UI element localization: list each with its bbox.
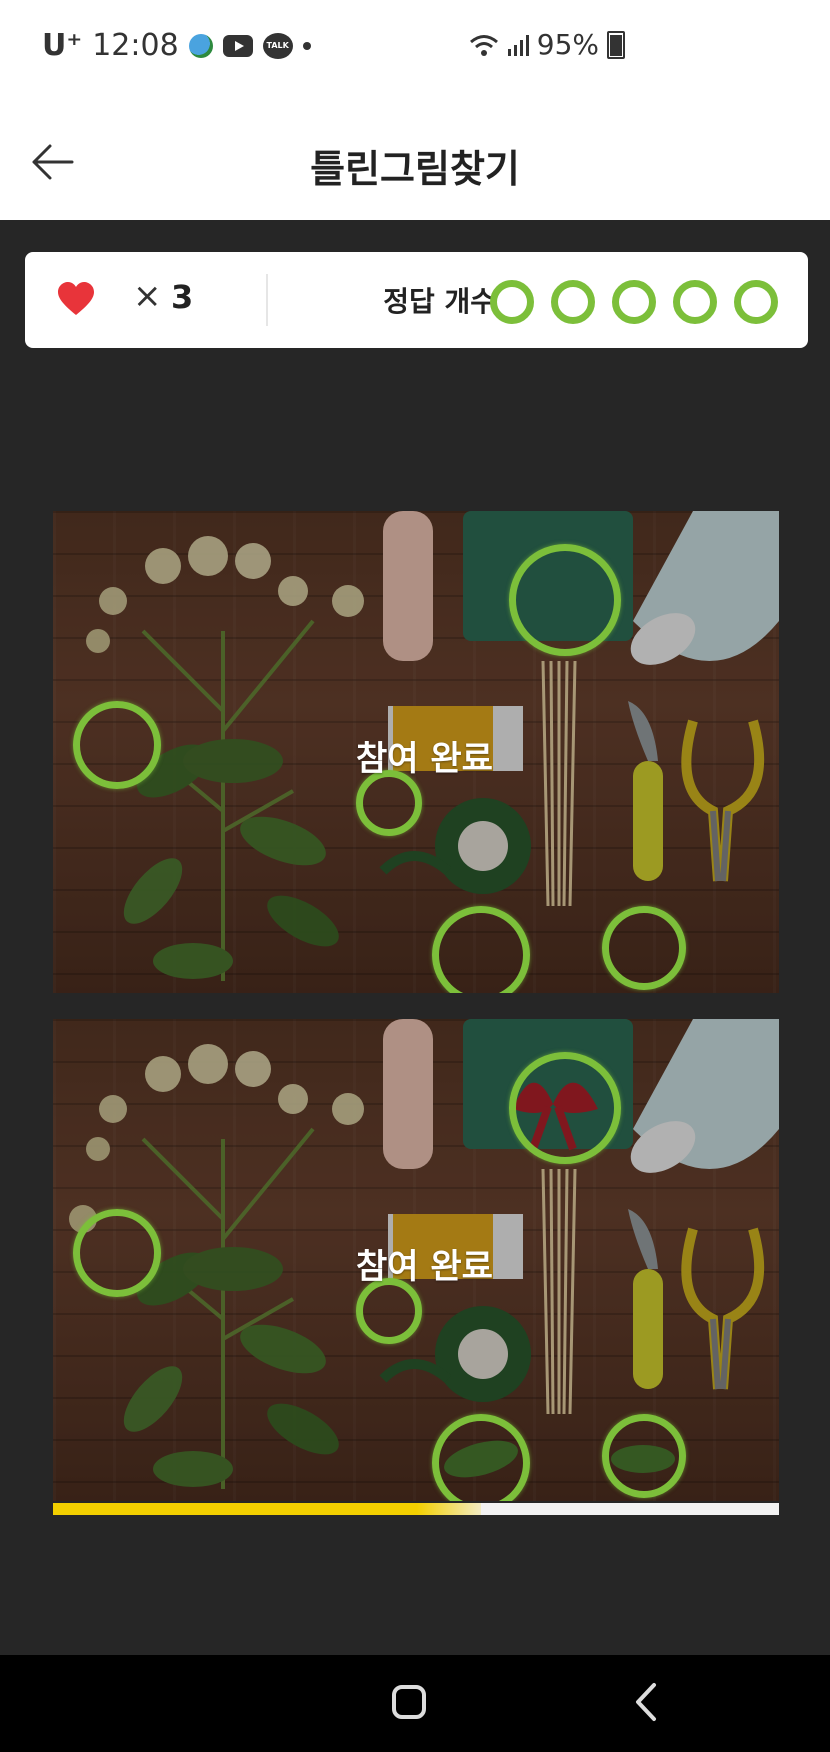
status-bar: U⁺ 12:08 TALK 95%: [0, 0, 830, 100]
found-spot-3: [509, 1052, 621, 1164]
found-spot-4: [432, 906, 530, 993]
globe-icon: [188, 33, 213, 58]
youtube-icon: [222, 34, 253, 57]
puzzle-image-original[interactable]: 참여 완료: [53, 511, 779, 993]
answer-indicator-1: [490, 280, 534, 324]
progress-bar: [53, 1503, 779, 1515]
found-spot-5: [602, 1414, 686, 1498]
kakaotalk-icon: TALK: [262, 32, 293, 59]
divider: [266, 274, 268, 326]
heart-icon: [58, 282, 94, 315]
found-spot-3: [509, 544, 621, 656]
lives-count: 3: [171, 278, 194, 316]
carrier-label: U⁺: [42, 28, 83, 63]
answer-count-label: 정답 개수: [383, 285, 496, 318]
found-spot-5: [602, 906, 686, 990]
found-spot-1: [73, 701, 161, 789]
home-square-icon[interactable]: [392, 1685, 426, 1719]
progress-fill: [53, 1503, 482, 1515]
wifi-icon: [469, 34, 498, 56]
dot-icon: [302, 41, 311, 50]
answer-indicator-2: [551, 280, 595, 324]
app-bar: 틀린그림찾기: [0, 100, 830, 220]
clock: 12:08: [92, 28, 179, 63]
times-sign: ×: [133, 276, 162, 316]
battery-percent: 95%: [536, 28, 599, 61]
found-spot-1: [73, 1209, 161, 1297]
game-status-card: × 3 정답 개수: [25, 252, 808, 348]
completion-label: 참여 완료: [356, 1247, 493, 1287]
battery-icon: [607, 30, 625, 59]
chevron-left-icon[interactable]: [630, 1681, 660, 1723]
found-spot-4: [432, 1414, 530, 1501]
answer-indicators: [490, 280, 778, 324]
puzzle-image-modified[interactable]: 참여 완료: [53, 1019, 779, 1501]
system-nav-bar: [0, 1655, 830, 1752]
signal-icon: [507, 34, 529, 56]
answer-indicator-5: [734, 280, 778, 324]
completion-label: 참여 완료: [356, 739, 493, 779]
answer-indicator-4: [673, 280, 717, 324]
answer-indicator-3: [612, 280, 656, 324]
page-title: 틀린그림찾기: [310, 147, 520, 191]
